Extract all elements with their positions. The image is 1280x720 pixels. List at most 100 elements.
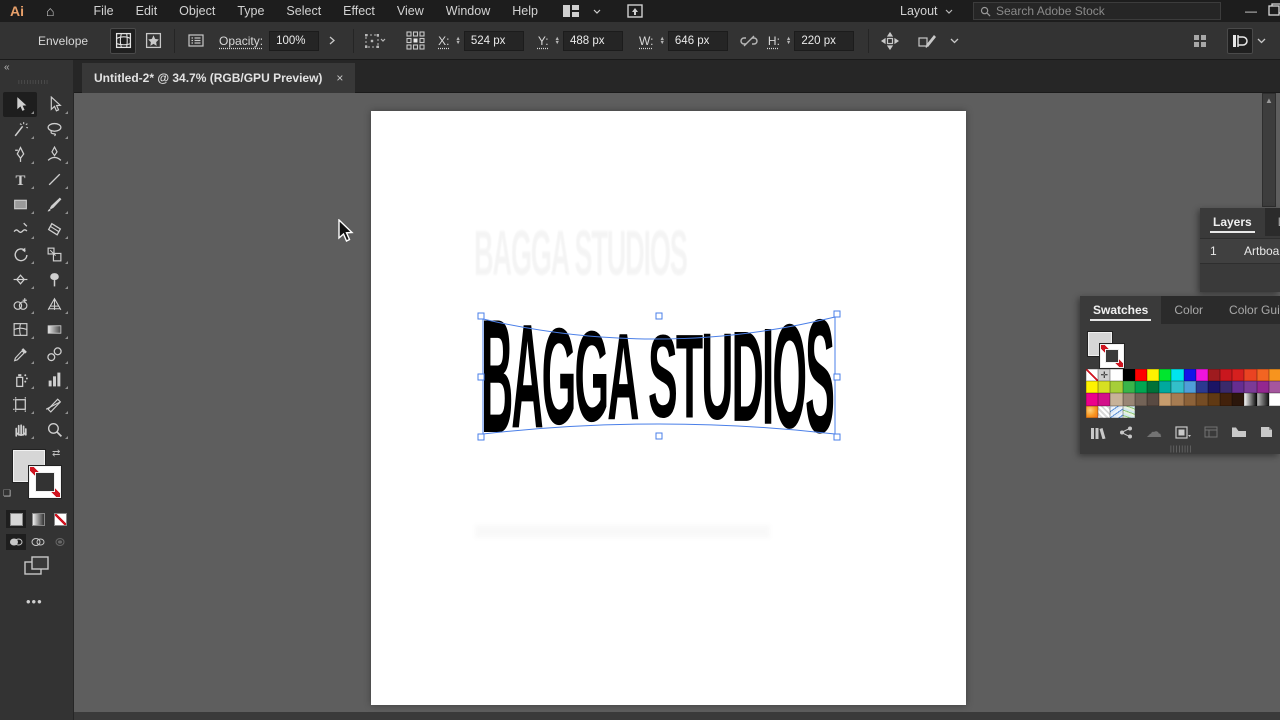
toolbar-grip[interactable]: ||||||||||| bbox=[18, 80, 56, 84]
stroke-swatch[interactable] bbox=[1100, 344, 1124, 368]
swatch-1-3[interactable] bbox=[1122, 381, 1135, 394]
rotate-tool[interactable] bbox=[3, 242, 37, 267]
share-swatch-icon[interactable] bbox=[1119, 426, 1133, 439]
swatch-0-15[interactable] bbox=[1268, 369, 1280, 382]
chevron-down-icon[interactable] bbox=[941, 28, 967, 54]
curvature-tool[interactable] bbox=[37, 142, 71, 167]
tab-color[interactable]: Color bbox=[1161, 296, 1216, 324]
h-stepper[interactable]: ▲ ▼ bbox=[786, 36, 791, 46]
swatch-1-15[interactable] bbox=[1268, 381, 1280, 394]
menu-edit[interactable]: Edit bbox=[125, 1, 169, 21]
swatch-2-7[interactable] bbox=[1171, 393, 1184, 406]
tab-color-guide[interactable]: Color Guide bbox=[1216, 296, 1280, 324]
swatch-2-5[interactable] bbox=[1146, 393, 1160, 406]
puppet-warp-tool[interactable] bbox=[37, 267, 71, 292]
swatch-2-0[interactable] bbox=[1086, 393, 1099, 406]
swatch-2-10[interactable] bbox=[1207, 393, 1221, 406]
home-icon[interactable]: ⌂ bbox=[46, 3, 54, 19]
w-stepper[interactable]: ▲ ▼ bbox=[659, 36, 664, 46]
swatch-1-0[interactable] bbox=[1086, 381, 1099, 394]
restore-button[interactable] bbox=[1268, 3, 1280, 17]
tab-swatches[interactable]: Swatches bbox=[1080, 296, 1162, 324]
swatch-0-5[interactable] bbox=[1146, 369, 1160, 382]
screen-mode-button[interactable] bbox=[24, 556, 50, 576]
tab-layers[interactable]: Layers bbox=[1200, 208, 1265, 236]
collapse-toolbar-button[interactable]: « bbox=[4, 62, 10, 73]
swatch-1-4[interactable] bbox=[1134, 381, 1147, 394]
shaper-tool[interactable] bbox=[3, 217, 37, 242]
opacity-input[interactable]: 100% bbox=[269, 30, 320, 51]
swatch-3-1-pattern-check[interactable] bbox=[1098, 405, 1111, 418]
color-mode-button[interactable] bbox=[6, 510, 26, 528]
swatch-1-8[interactable] bbox=[1183, 381, 1196, 394]
x-input[interactable]: 524 px bbox=[463, 30, 524, 51]
draw-normal-button[interactable] bbox=[6, 534, 26, 550]
menu-select[interactable]: Select bbox=[275, 1, 332, 21]
scale-tool[interactable] bbox=[37, 242, 71, 267]
menu-file[interactable]: File bbox=[82, 1, 124, 21]
none-mode-button[interactable] bbox=[50, 510, 70, 528]
perspective-grid-tool[interactable] bbox=[37, 292, 71, 317]
artboard-tool[interactable] bbox=[3, 392, 37, 417]
swatch-2-14-gradient-dark[interactable] bbox=[1256, 393, 1269, 406]
swatch-2-3[interactable] bbox=[1122, 393, 1135, 406]
swatch-0-14[interactable] bbox=[1256, 369, 1269, 382]
width-tool[interactable] bbox=[3, 267, 37, 292]
swatch-0-8[interactable] bbox=[1183, 369, 1196, 382]
search-input[interactable]: Search Adobe Stock bbox=[973, 2, 1221, 20]
menu-view[interactable]: View bbox=[386, 1, 435, 21]
swatch-1-13[interactable] bbox=[1244, 381, 1257, 394]
swatch-1-5[interactable] bbox=[1146, 381, 1160, 394]
workspace-switcher[interactable]: Layout bbox=[900, 0, 953, 22]
swatch-libraries-icon[interactable] bbox=[1090, 426, 1106, 439]
gradient-mode-button[interactable] bbox=[28, 510, 48, 528]
swatch-0-9[interactable] bbox=[1195, 369, 1208, 382]
selection-tool[interactable] bbox=[3, 92, 37, 117]
swatch-3-3-pattern-green[interactable] bbox=[1122, 405, 1135, 418]
edit-envelope-button[interactable] bbox=[110, 27, 137, 54]
pen-tool[interactable] bbox=[3, 142, 37, 167]
panel-dock-toggle-button[interactable] bbox=[1227, 27, 1253, 54]
h-label[interactable]: H: bbox=[768, 34, 780, 48]
edit-toolbar-button[interactable]: ••• bbox=[26, 594, 43, 609]
draw-inside-button[interactable] bbox=[50, 534, 70, 550]
swatch-1-6[interactable] bbox=[1159, 381, 1172, 394]
swap-fill-stroke-icon[interactable]: ⇄ bbox=[52, 448, 60, 459]
menu-object[interactable]: Object bbox=[168, 1, 226, 21]
blend-tool[interactable] bbox=[37, 342, 71, 367]
swatch-0-1-registration[interactable]: ✛ bbox=[1098, 369, 1111, 382]
swatch-0-6[interactable] bbox=[1159, 369, 1172, 382]
swatch-2-12[interactable] bbox=[1232, 393, 1245, 406]
lasso-tool[interactable] bbox=[37, 117, 71, 142]
opacity-expand-button[interactable] bbox=[319, 28, 345, 54]
layer-row[interactable]: 1 Artboa bbox=[1200, 238, 1280, 264]
paintbrush-tool[interactable] bbox=[37, 192, 71, 217]
panel-resize-grip[interactable]: |||||||| bbox=[1170, 446, 1193, 453]
close-tab-icon[interactable]: × bbox=[336, 71, 343, 85]
swatch-0-2[interactable] bbox=[1110, 369, 1123, 382]
eraser-tool[interactable] bbox=[37, 217, 71, 242]
w-label[interactable]: W: bbox=[639, 34, 653, 48]
minimize-button[interactable]: — bbox=[1238, 0, 1264, 22]
swatch-kinds-icon[interactable] bbox=[1175, 425, 1191, 439]
swatch-1-7[interactable] bbox=[1171, 381, 1184, 394]
fill-stroke-proxy[interactable] bbox=[1088, 332, 1128, 372]
y-label[interactable]: Y: bbox=[538, 34, 549, 48]
gradient-tool[interactable] bbox=[37, 317, 71, 342]
swatch-0-7[interactable] bbox=[1171, 369, 1184, 382]
scroll-up-icon[interactable]: ▲ bbox=[1265, 96, 1273, 206]
swatch-1-2[interactable] bbox=[1110, 381, 1123, 394]
edit-contents-button[interactable] bbox=[140, 28, 166, 54]
artwork-text[interactable]: BAGGA STUDIOS bbox=[481, 296, 835, 458]
swatch-2-9[interactable] bbox=[1195, 393, 1208, 406]
column-graph-tool[interactable] bbox=[37, 367, 71, 392]
swatch-0-0-none[interactable] bbox=[1086, 369, 1099, 382]
menu-type[interactable]: Type bbox=[226, 1, 275, 21]
default-fill-stroke-icon[interactable]: ❏ bbox=[3, 488, 11, 499]
swatch-1-9[interactable] bbox=[1195, 381, 1208, 394]
shape-builder-tool[interactable] bbox=[3, 292, 37, 317]
hand-tool[interactable] bbox=[3, 417, 37, 442]
workspace-grid-icon[interactable] bbox=[1187, 28, 1213, 54]
h-input[interactable]: 220 px bbox=[794, 30, 855, 51]
chevron-down-icon[interactable] bbox=[593, 9, 601, 14]
